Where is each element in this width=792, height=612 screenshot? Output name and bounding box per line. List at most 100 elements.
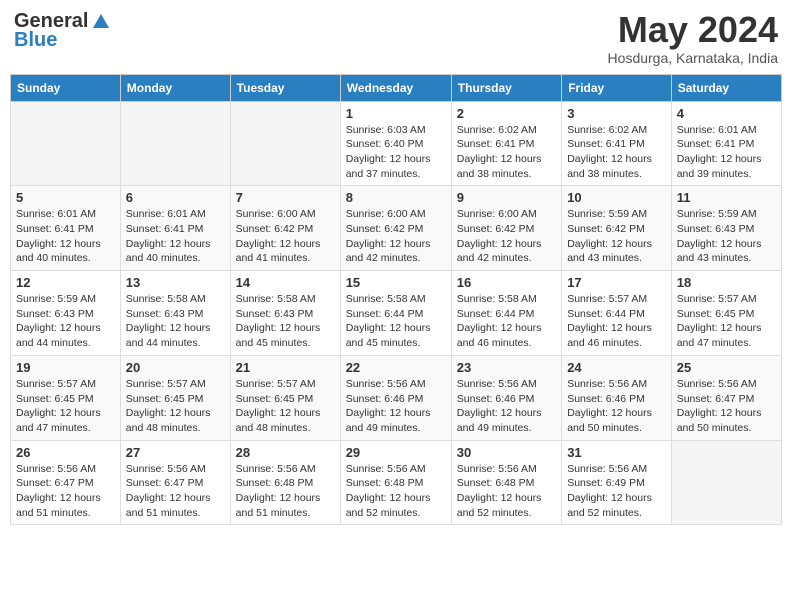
calendar-cell: 27Sunrise: 5:56 AMSunset: 6:47 PMDayligh… xyxy=(120,440,230,525)
weekday-header-sunday: Sunday xyxy=(11,74,121,101)
calendar-cell: 28 Sunrise: 5:56 AMSunset: 6:48 PMDayligh… xyxy=(230,440,340,525)
day-number: 10 xyxy=(567,190,666,205)
day-info: Sunrise: 5:58 AMSunset: 6:44 PMDaylight:… xyxy=(346,292,446,351)
calendar-cell: 5 Sunrise: 6:01 AMSunset: 6:41 PMDaylight… xyxy=(11,186,121,271)
day-number: 5 xyxy=(16,190,115,205)
day-info: Sunrise: 6:00 AMSunset: 6:42 PMDaylight:… xyxy=(457,207,556,266)
day-number: 14 xyxy=(236,275,335,290)
calendar-cell: 21 Sunrise: 5:57 AMSunset: 6:45 PMDayligh… xyxy=(230,355,340,440)
day-number: 17 xyxy=(567,275,666,290)
weekday-header-friday: Friday xyxy=(562,74,672,101)
day-info: Sunrise: 5:57 AMSunset: 6:45 PMDaylight:… xyxy=(126,377,225,436)
day-info: Sunrise: 5:58 AMSunset: 6:44 PMDaylight:… xyxy=(457,292,556,351)
title-location: Hosdurga, Karnataka, India xyxy=(608,50,778,66)
day-info: Sunrise: 6:00 AMSunset: 6:42 PMDaylight:… xyxy=(236,207,335,266)
day-info: Sunrise: 6:01 AMSunset: 6:41 PMDaylight:… xyxy=(677,123,776,182)
day-number: 28 xyxy=(236,445,335,460)
title-block: May 2024 Hosdurga, Karnataka, India xyxy=(608,10,778,66)
day-info: Sunrise: 6:02 AMSunset: 6:41 PMDaylight:… xyxy=(457,123,556,182)
day-info: Sunrise: 5:56 AMSunset: 6:49 PMDaylight:… xyxy=(567,462,666,521)
day-info: Sunrise: 5:57 AMSunset: 6:44 PMDaylight:… xyxy=(567,292,666,351)
day-number: 8 xyxy=(346,190,446,205)
day-info: Sunrise: 6:01 AMSunset: 6:41 PMDaylight:… xyxy=(16,207,115,266)
calendar-cell: 22 Sunrise: 5:56 AMSunset: 6:46 PMDayligh… xyxy=(340,355,451,440)
day-number: 18 xyxy=(677,275,776,290)
day-number: 23 xyxy=(457,360,556,375)
calendar-cell: 10 Sunrise: 5:59 AMSunset: 6:42 PMDayligh… xyxy=(562,186,672,271)
calendar-cell: 30 Sunrise: 5:56 AMSunset: 6:48 PMDayligh… xyxy=(451,440,561,525)
calendar-cell: 3Sunrise: 6:02 AMSunset: 6:41 PMDaylight… xyxy=(562,101,672,186)
day-info: Sunrise: 5:59 AMSunset: 6:43 PMDaylight:… xyxy=(677,207,776,266)
day-number: 4 xyxy=(677,106,776,121)
calendar-cell xyxy=(230,101,340,186)
calendar-cell: 11 Sunrise: 5:59 AMSunset: 6:43 PMDayligh… xyxy=(671,186,781,271)
calendar-cell: 15Sunrise: 5:58 AMSunset: 6:44 PMDayligh… xyxy=(340,271,451,356)
day-number: 21 xyxy=(236,360,335,375)
day-info: Sunrise: 5:57 AMSunset: 6:45 PMDaylight:… xyxy=(677,292,776,351)
day-info: Sunrise: 5:58 AMSunset: 6:43 PMDaylight:… xyxy=(236,292,335,351)
day-info: Sunrise: 5:59 AMSunset: 6:43 PMDaylight:… xyxy=(16,292,115,351)
calendar-cell: 29 Sunrise: 5:56 AMSunset: 6:48 PMDayligh… xyxy=(340,440,451,525)
day-info: Sunrise: 5:56 AMSunset: 6:47 PMDaylight:… xyxy=(16,462,115,521)
calendar-cell xyxy=(11,101,121,186)
day-info: Sunrise: 5:59 AMSunset: 6:42 PMDaylight:… xyxy=(567,207,666,266)
day-info: Sunrise: 5:56 AMSunset: 6:48 PMDaylight:… xyxy=(236,462,335,521)
day-number: 31 xyxy=(567,445,666,460)
day-number: 9 xyxy=(457,190,556,205)
calendar-cell: 8 Sunrise: 6:00 AMSunset: 6:42 PMDaylight… xyxy=(340,186,451,271)
day-info: Sunrise: 5:56 AMSunset: 6:46 PMDaylight:… xyxy=(457,377,556,436)
day-number: 3 xyxy=(567,106,666,121)
calendar-cell: 31 Sunrise: 5:56 AMSunset: 6:49 PMDayligh… xyxy=(562,440,672,525)
day-number: 29 xyxy=(346,445,446,460)
day-info: Sunrise: 5:57 AMSunset: 6:45 PMDaylight:… xyxy=(236,377,335,436)
day-info: Sunrise: 6:01 AMSunset: 6:41 PMDaylight:… xyxy=(126,207,225,266)
calendar-week-row: 19Sunrise: 5:57 AMSunset: 6:45 PMDayligh… xyxy=(11,355,782,440)
calendar-cell: 6 Sunrise: 6:01 AMSunset: 6:41 PMDaylight… xyxy=(120,186,230,271)
day-number: 26 xyxy=(16,445,115,460)
calendar-cell: 18 Sunrise: 5:57 AMSunset: 6:45 PMDayligh… xyxy=(671,271,781,356)
day-info: Sunrise: 6:00 AMSunset: 6:42 PMDaylight:… xyxy=(346,207,446,266)
day-number: 27 xyxy=(126,445,225,460)
weekday-header-thursday: Thursday xyxy=(451,74,561,101)
logo-icon xyxy=(91,12,111,32)
weekday-header-saturday: Saturday xyxy=(671,74,781,101)
calendar-cell: 19Sunrise: 5:57 AMSunset: 6:45 PMDayligh… xyxy=(11,355,121,440)
day-info: Sunrise: 5:56 AMSunset: 6:48 PMDaylight:… xyxy=(457,462,556,521)
calendar-cell xyxy=(671,440,781,525)
calendar-week-row: 1 Sunrise: 6:03 AMSunset: 6:40 PMDaylight… xyxy=(11,101,782,186)
day-number: 11 xyxy=(677,190,776,205)
logo-blue-text: Blue xyxy=(14,29,57,52)
day-info: Sunrise: 6:03 AMSunset: 6:40 PMDaylight:… xyxy=(346,123,446,182)
calendar-table: SundayMondayTuesdayWednesdayThursdayFrid… xyxy=(10,74,782,526)
calendar-cell: 13Sunrise: 5:58 AMSunset: 6:43 PMDayligh… xyxy=(120,271,230,356)
day-number: 30 xyxy=(457,445,556,460)
calendar-cell: 23 Sunrise: 5:56 AMSunset: 6:46 PMDayligh… xyxy=(451,355,561,440)
day-number: 7 xyxy=(236,190,335,205)
page-header: General Blue May 2024 Hosdurga, Karnatak… xyxy=(10,10,782,66)
calendar-cell: 25 Sunrise: 5:56 AMSunset: 6:47 PMDayligh… xyxy=(671,355,781,440)
day-number: 16 xyxy=(457,275,556,290)
day-number: 1 xyxy=(346,106,446,121)
calendar-cell: 16 Sunrise: 5:58 AMSunset: 6:44 PMDayligh… xyxy=(451,271,561,356)
day-info: Sunrise: 5:56 AMSunset: 6:46 PMDaylight:… xyxy=(567,377,666,436)
calendar-cell: 7 Sunrise: 6:00 AMSunset: 6:42 PMDaylight… xyxy=(230,186,340,271)
day-info: Sunrise: 5:56 AMSunset: 6:47 PMDaylight:… xyxy=(677,377,776,436)
day-number: 12 xyxy=(16,275,115,290)
calendar-week-row: 26 Sunrise: 5:56 AMSunset: 6:47 PMDayligh… xyxy=(11,440,782,525)
calendar-week-row: 5 Sunrise: 6:01 AMSunset: 6:41 PMDaylight… xyxy=(11,186,782,271)
day-number: 25 xyxy=(677,360,776,375)
day-info: Sunrise: 5:56 AMSunset: 6:48 PMDaylight:… xyxy=(346,462,446,521)
calendar-cell: 9 Sunrise: 6:00 AMSunset: 6:42 PMDaylight… xyxy=(451,186,561,271)
calendar-week-row: 12 Sunrise: 5:59 AMSunset: 6:43 PMDayligh… xyxy=(11,271,782,356)
weekday-header-monday: Monday xyxy=(120,74,230,101)
calendar-cell: 26 Sunrise: 5:56 AMSunset: 6:47 PMDayligh… xyxy=(11,440,121,525)
day-info: Sunrise: 5:56 AMSunset: 6:46 PMDaylight:… xyxy=(346,377,446,436)
calendar-cell: 2 Sunrise: 6:02 AMSunset: 6:41 PMDaylight… xyxy=(451,101,561,186)
calendar-cell: 24Sunrise: 5:56 AMSunset: 6:46 PMDayligh… xyxy=(562,355,672,440)
calendar-cell: 12 Sunrise: 5:59 AMSunset: 6:43 PMDayligh… xyxy=(11,271,121,356)
calendar-cell: 1 Sunrise: 6:03 AMSunset: 6:40 PMDaylight… xyxy=(340,101,451,186)
day-number: 2 xyxy=(457,106,556,121)
day-number: 6 xyxy=(126,190,225,205)
day-number: 22 xyxy=(346,360,446,375)
weekday-header-row: SundayMondayTuesdayWednesdayThursdayFrid… xyxy=(11,74,782,101)
